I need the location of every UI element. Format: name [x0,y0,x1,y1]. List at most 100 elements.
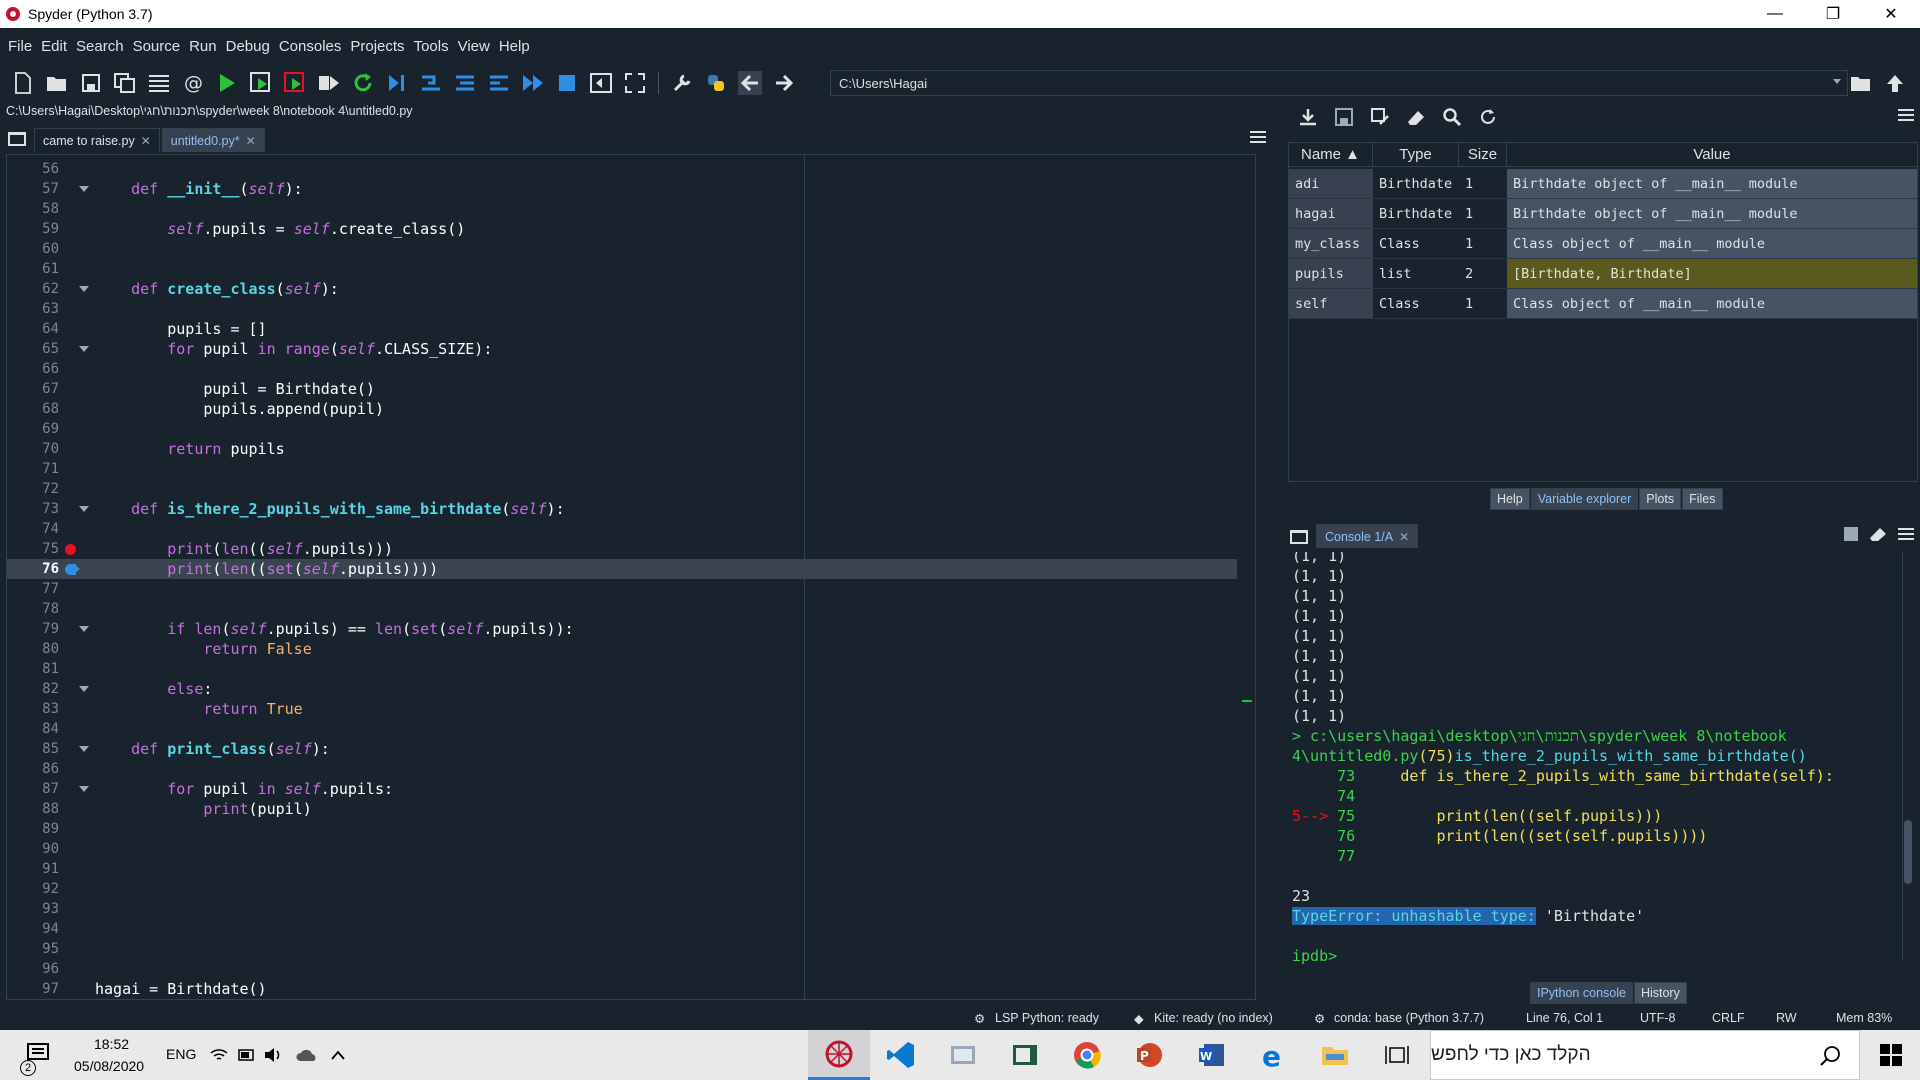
refresh-icon[interactable] [1478,107,1498,127]
menu-view[interactable]: View [454,38,494,55]
vscode-taskbar-icon[interactable] [870,1030,932,1080]
import-data-icon[interactable] [1298,107,1318,127]
rerun-icon[interactable] [351,71,375,95]
hamburger-menu-icon[interactable] [1898,527,1914,546]
code-line[interactable]: 64 pupils = [] [7,319,1237,339]
menu-help[interactable]: Help [495,38,534,55]
code-line[interactable]: 57 def __init__(self): [7,179,1237,199]
word-taskbar-icon[interactable]: W [1180,1030,1242,1080]
run-icon[interactable] [215,71,239,95]
run-cell-advance-icon[interactable] [283,71,307,95]
column-header-value[interactable]: Value [1507,143,1917,167]
list-icon[interactable] [147,71,171,95]
code-line[interactable]: 81 [7,659,1237,679]
code-line[interactable]: 80 return False [7,639,1237,659]
code-line[interactable]: 70 return pupils [7,439,1237,459]
debug-icon[interactable] [385,71,409,95]
code-line[interactable]: 86 [7,759,1237,779]
code-line[interactable]: 71 [7,459,1237,479]
minimize-button[interactable]: — [1746,0,1804,28]
code-line[interactable]: 93 [7,899,1237,919]
code-line[interactable]: 95 [7,939,1237,959]
parent-directory-icon[interactable] [1883,71,1907,95]
code-line[interactable]: 58 [7,199,1237,219]
menu-consoles[interactable]: Consoles [275,38,346,55]
menu-edit[interactable]: Edit [37,38,71,55]
fold-arrow-icon[interactable] [79,286,89,292]
tab-untitled0[interactable]: untitled0.py* ✕ [161,128,265,152]
fullscreen-icon[interactable] [623,71,647,95]
variable-row[interactable]: self Class 1 Class object of __main__ modul… [1289,289,1917,325]
close-button[interactable]: ✕ [1862,0,1920,28]
hamburger-menu-icon[interactable] [1250,130,1266,149]
eraser-icon[interactable] [1406,107,1426,127]
tab-came-to-raise[interactable]: came to raise.py ✕ [34,128,160,152]
chrome-taskbar-icon[interactable] [1056,1030,1118,1080]
code-line[interactable]: 66 [7,359,1237,379]
media-player-taskbar-icon[interactable] [994,1030,1056,1080]
stop-icon[interactable] [555,71,579,95]
menu-file[interactable]: File [4,38,36,55]
code-line[interactable]: 59 self.pupils = self.create_class() [7,219,1237,239]
powerpoint-taskbar-icon[interactable]: P [1118,1030,1180,1080]
code-line[interactable]: 62 def create_class(self): [7,279,1237,299]
open-file-icon[interactable] [45,71,69,95]
browse-tabs-icon[interactable] [8,132,26,146]
code-line[interactable]: 74 [7,519,1237,539]
tab-plots[interactable]: Plots [1639,488,1682,510]
code-line[interactable]: 78 [7,599,1237,619]
code-line[interactable]: 91 [7,859,1237,879]
chevron-up-icon[interactable] [330,1048,346,1066]
wifi-icon[interactable] [210,1047,228,1068]
clock-date[interactable]: 05/08/2020 [74,1058,144,1074]
save-data-icon[interactable] [1334,107,1354,127]
code-line[interactable]: 72 [7,479,1237,499]
code-line[interactable]: 89 [7,819,1237,839]
fold-arrow-icon[interactable] [79,626,89,632]
code-line[interactable]: 73 def is_there_2_pupils_with_same_birth… [7,499,1237,519]
code-line[interactable]: 82 else: [7,679,1237,699]
column-header-type[interactable]: Type [1373,143,1459,167]
debug-arrow-icon[interactable] [65,564,80,575]
code-line[interactable]: 84 [7,719,1237,739]
windows-start-button[interactable] [1862,1030,1920,1080]
tab-help[interactable]: Help [1490,488,1530,510]
code-editor[interactable]: 56 57 def __init__(self): 58 59 self.pupils… [6,154,1256,1000]
task-view-icon[interactable] [1366,1030,1428,1080]
photos-taskbar-icon[interactable] [932,1030,994,1080]
clock-time[interactable]: 18:52 [94,1036,129,1052]
search-icon[interactable] [1442,107,1462,127]
code-line[interactable]: 85 def print_class(self): [7,739,1237,759]
menu-projects[interactable]: Projects [346,38,408,55]
menu-search[interactable]: Search [72,38,128,55]
working-directory-combo[interactable]: C:\Users\Hagai [830,70,1848,96]
fold-arrow-icon[interactable] [79,506,89,512]
wrench-icon[interactable] [670,71,694,95]
lsp-status[interactable]: LSP Python: ready [995,1011,1099,1025]
taskbar-search-box[interactable]: הקלד כאן כדי לחפש [1430,1030,1860,1080]
code-line[interactable]: 79 if len(self.pupils) == len(set(self.p… [7,619,1237,639]
onedrive-icon[interactable] [296,1048,318,1067]
hamburger-menu-icon[interactable] [1898,108,1914,127]
tab-console-1a[interactable]: Console 1/A ✕ [1316,524,1419,548]
volume-icon[interactable] [264,1047,282,1068]
python-icon[interactable] [704,71,728,95]
code-line[interactable]: 56 [7,159,1237,179]
code-line[interactable]: 96 [7,959,1237,979]
language-indicator[interactable]: ENG [166,1046,196,1062]
code-line[interactable]: 83 return True [7,699,1237,719]
fold-arrow-icon[interactable] [79,746,89,752]
step-icon[interactable] [419,71,443,95]
spyder-taskbar-icon[interactable] [808,1030,870,1080]
code-line[interactable]: 88 print(pupil) [7,799,1237,819]
kite-status[interactable]: Kite: ready (no index) [1154,1011,1273,1025]
code-line[interactable]: 65 for pupil in range(self.CLASS_SIZE): [7,339,1237,359]
code-line[interactable]: 94 [7,919,1237,939]
new-file-icon[interactable] [11,71,35,95]
menu-source[interactable]: Source [129,38,185,55]
edge-taskbar-icon[interactable]: e [1242,1030,1304,1080]
run-cell-icon[interactable] [249,71,273,95]
code-line[interactable]: 75 print(len((self.pupils))) [7,539,1237,559]
browse-tabs-icon[interactable] [1290,530,1308,544]
save-data-as-icon[interactable] [1370,107,1390,127]
